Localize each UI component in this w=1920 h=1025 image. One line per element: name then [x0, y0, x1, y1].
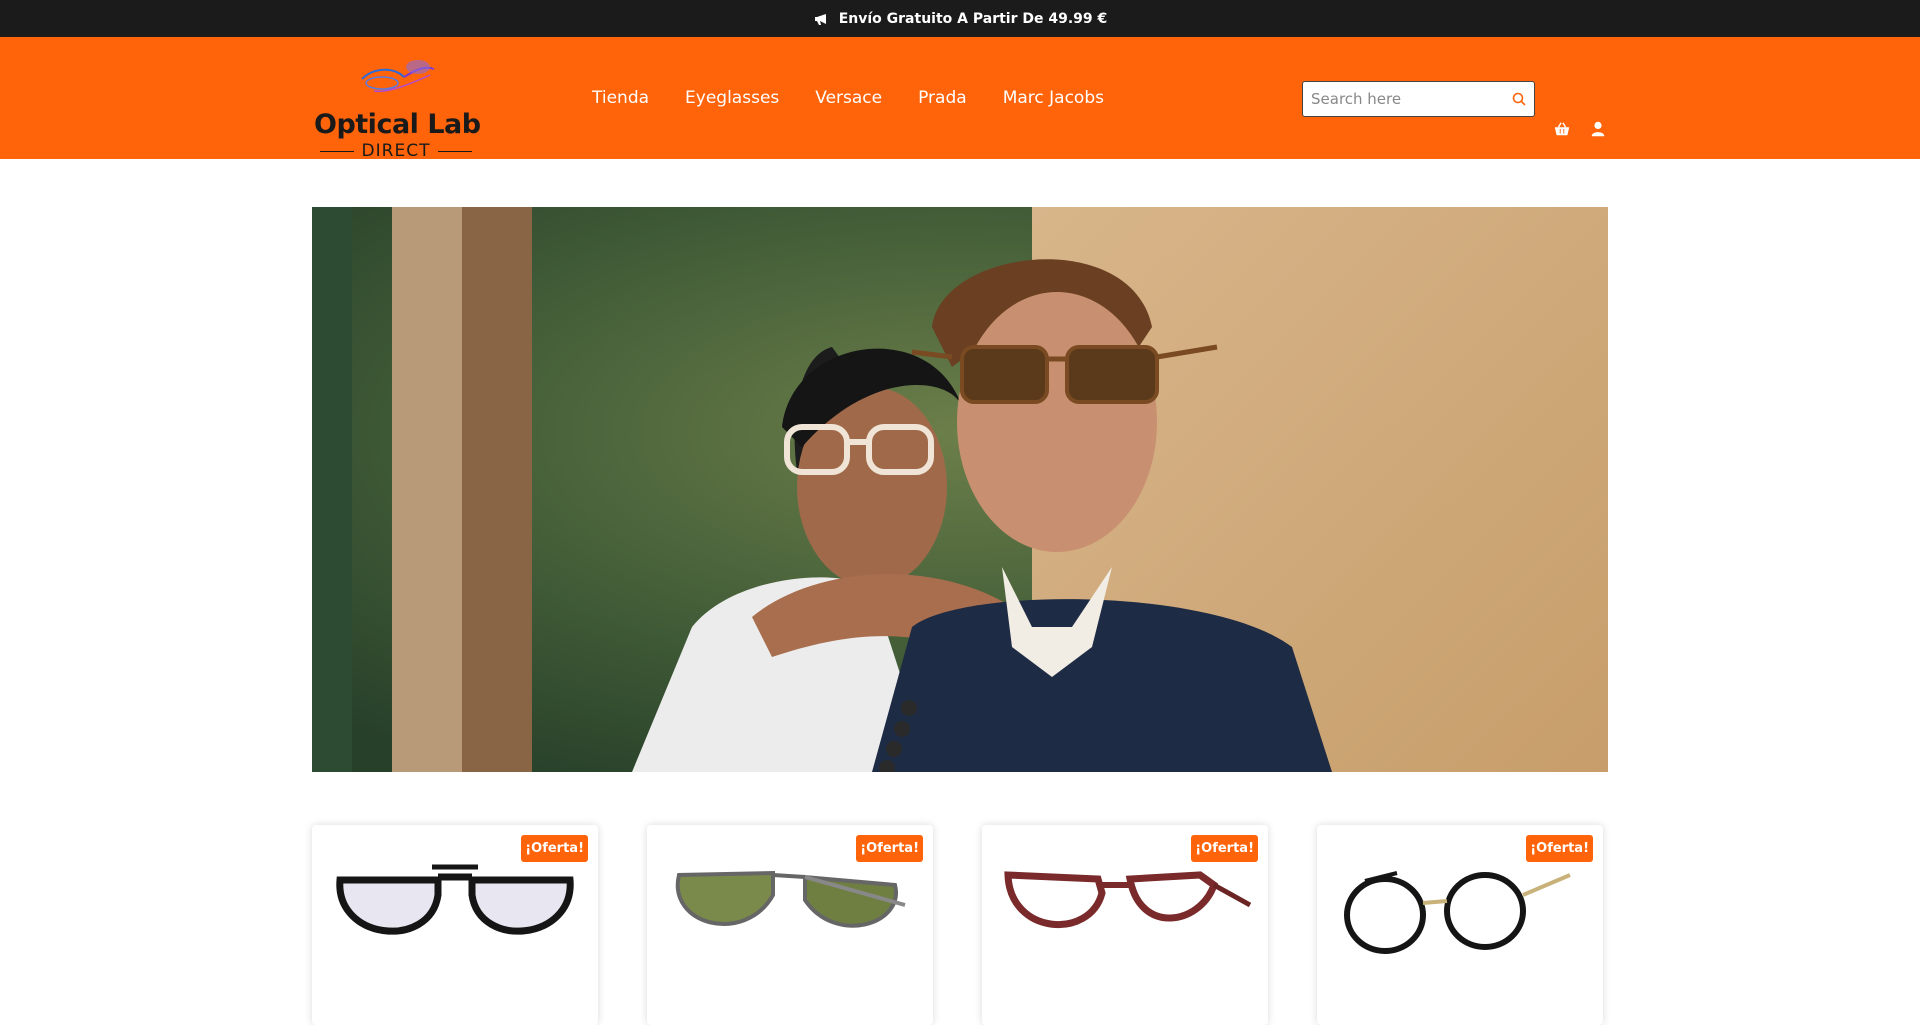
product-card[interactable]: ¡Oferta!: [647, 825, 933, 1025]
product-grid: ¡Oferta! ¡Oferta! ¡Oferta! ¡Oferta!: [312, 825, 1608, 1025]
product-image-aviator-black: [336, 864, 574, 935]
product-image-cateye-red: [1004, 871, 1252, 929]
announcement-text: Envío Gratuito A Partir De 49.99 €: [838, 10, 1108, 27]
logo-subtitle-text: DIRECT: [361, 141, 431, 161]
product-card[interactable]: ¡Oferta!: [1317, 825, 1603, 1025]
search-icon[interactable]: [1512, 92, 1526, 106]
hero-banner-image[interactable]: [312, 207, 1608, 772]
hero-photo-couple-eyewear: [312, 207, 1608, 772]
nav-item-eyeglasses[interactable]: Eyeglasses: [685, 88, 779, 108]
nav-item-prada[interactable]: Prada: [918, 88, 967, 108]
product-image-aviator-green: [675, 870, 906, 928]
user-icon: [1591, 121, 1605, 137]
product-card[interactable]: ¡Oferta!: [982, 825, 1268, 1025]
main-nav: Tienda Eyeglasses Versace Prada Marc Jac…: [592, 37, 1104, 159]
product-image-round-gold: [1344, 871, 1571, 954]
sale-badge: ¡Oferta!: [521, 835, 588, 862]
sale-badge: ¡Oferta!: [1191, 835, 1258, 862]
logo-title: Optical Lab: [314, 109, 481, 140]
sale-badge: ¡Oferta!: [1526, 835, 1593, 862]
product-card[interactable]: ¡Oferta!: [312, 825, 598, 1025]
site-logo[interactable]: Optical Lab DIRECT: [312, 53, 481, 161]
announcement-bar: Envío Gratuito A Partir De 49.99 €: [0, 0, 1920, 37]
search-box: [1302, 81, 1535, 117]
basket-icon: [1554, 122, 1570, 136]
nav-item-marc-jacobs[interactable]: Marc Jacobs: [1003, 88, 1104, 108]
search-input[interactable]: [1311, 90, 1512, 108]
account-button[interactable]: [1588, 121, 1608, 144]
nav-item-tienda[interactable]: Tienda: [592, 88, 649, 108]
sale-badge: ¡Oferta!: [856, 835, 923, 862]
nav-item-versace[interactable]: Versace: [815, 88, 882, 108]
site-header: Optical Lab DIRECT Tienda Eyeglasses Ver…: [0, 37, 1920, 161]
megaphone-icon: [814, 13, 826, 25]
basket-button[interactable]: [1552, 122, 1572, 144]
glasses-logo-icon: [361, 60, 435, 93]
logo-subtitle: DIRECT: [320, 141, 473, 161]
